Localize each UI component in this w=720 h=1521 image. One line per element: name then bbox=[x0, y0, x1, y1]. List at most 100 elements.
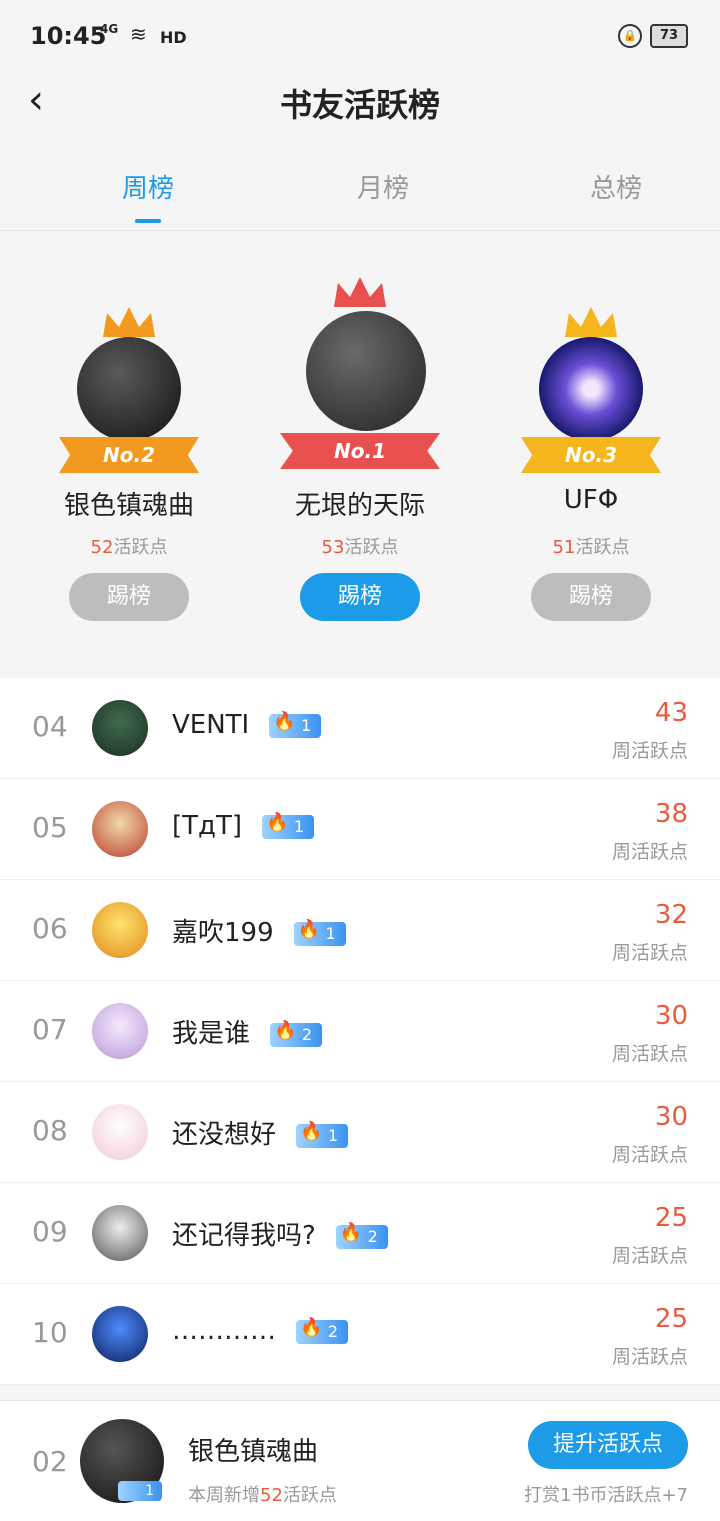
rank-number: 09 bbox=[32, 1215, 68, 1248]
score-value: 25 bbox=[654, 1304, 688, 1334]
flame-icon: 🔥 bbox=[297, 918, 321, 940]
user-name: 还记得我吗? 🔥 2 bbox=[172, 1215, 388, 1252]
level-badge: 🔥 2 bbox=[296, 1317, 348, 1344]
score-value: 32 bbox=[654, 900, 688, 930]
kick-button[interactable]: 踢榜 bbox=[300, 573, 420, 621]
page-title: 书友活跃榜 bbox=[279, 86, 440, 124]
rank-number: 07 bbox=[32, 1013, 68, 1046]
podium-points: 52活跃点 bbox=[90, 537, 168, 558]
avatar bbox=[92, 1205, 148, 1261]
level-badge: 🔥 1 bbox=[262, 812, 315, 839]
ranking-list: 04 VENTI 🔥 1 43 周活跃点 05 [TдT] 🔥 1 38 周活跃点 06… bbox=[0, 678, 720, 1385]
rank-ribbon: No.1 bbox=[280, 433, 440, 469]
tab-indicator bbox=[135, 219, 161, 223]
score-label: 周活跃点 bbox=[611, 1245, 688, 1267]
wifi-icon: ≋ bbox=[130, 22, 147, 46]
level-badge: 🔥 1 bbox=[269, 711, 322, 738]
podium-name: 无垠的天际 bbox=[294, 491, 425, 521]
user-name: 还没想好 🔥 1 bbox=[172, 1114, 349, 1151]
reward-tip: 打赏1书币活跃点+7 bbox=[524, 1485, 688, 1506]
avatar bbox=[539, 337, 643, 441]
rank-number: 10 bbox=[32, 1316, 68, 1349]
user-name: [TдT] 🔥 1 bbox=[172, 811, 315, 841]
score-label: 周活跃点 bbox=[611, 1144, 688, 1166]
tab-weekly[interactable]: 周榜 bbox=[28, 168, 268, 223]
list-item[interactable]: 07 我是谁 🔥 2 30 周活跃点 bbox=[0, 981, 720, 1082]
rank-ribbon: No.2 bbox=[59, 437, 199, 473]
rank-number: 05 bbox=[32, 811, 68, 844]
level-badge: 🔥 2 bbox=[335, 1222, 388, 1249]
podium-name: 银色镇魂曲 bbox=[63, 491, 194, 521]
crown-icon bbox=[103, 307, 155, 337]
rotation-lock-icon: 🔒 bbox=[618, 24, 642, 48]
tab-total[interactable]: 总榜 bbox=[496, 168, 720, 205]
rank-number: 08 bbox=[32, 1114, 68, 1147]
user-name: 我是谁 🔥 2 bbox=[172, 1013, 323, 1050]
podium-points: 51活跃点 bbox=[552, 537, 630, 558]
level-badge: 🔥 2 bbox=[270, 1020, 323, 1047]
kick-button[interactable]: 踢榜 bbox=[531, 573, 651, 621]
avatar bbox=[77, 337, 181, 441]
list-item[interactable]: 09 还记得我吗? 🔥 2 25 周活跃点 bbox=[0, 1183, 720, 1284]
avatar bbox=[92, 1104, 148, 1160]
crown-icon bbox=[565, 307, 617, 337]
flame-icon: 🔥 bbox=[274, 1019, 297, 1041]
flame-icon: 🔥 bbox=[300, 1316, 323, 1338]
avatar bbox=[92, 1306, 148, 1362]
score-value: 38 bbox=[654, 799, 688, 829]
list-item[interactable]: 06 嘉吹199 🔥 1 32 周活跃点 bbox=[0, 880, 720, 981]
user-name: ………… 🔥 2 bbox=[172, 1316, 348, 1346]
hd-label: HD bbox=[160, 28, 187, 47]
list-item[interactable]: 05 [TдT] 🔥 1 38 周活跃点 bbox=[0, 779, 720, 880]
rank-number: 04 bbox=[32, 710, 68, 743]
tab-monthly[interactable]: 月榜 bbox=[263, 168, 503, 205]
avatar bbox=[306, 311, 426, 431]
score-value: 25 bbox=[654, 1203, 688, 1233]
avatar bbox=[92, 700, 148, 756]
level-badge: 1 bbox=[118, 1481, 162, 1501]
avatar bbox=[92, 1003, 148, 1059]
avatar bbox=[92, 801, 148, 857]
podium-name: UFΦ bbox=[563, 485, 619, 515]
network-label: 4G bbox=[100, 22, 119, 36]
battery-icon: 73 bbox=[650, 24, 688, 48]
score-label: 周活跃点 bbox=[611, 841, 688, 863]
score-label: 周活跃点 bbox=[611, 942, 688, 964]
score-label: 周活跃点 bbox=[611, 1043, 688, 1065]
boost-activity-button[interactable]: 提升活跃点 bbox=[528, 1421, 688, 1469]
my-rank-bar: 02 1 银色镇魂曲 本周新增52活跃点 提升活跃点 打赏1书币活跃点+7 bbox=[0, 1400, 720, 1521]
score-value: 30 bbox=[654, 1001, 688, 1031]
list-item[interactable]: 08 还没想好 🔥 1 30 周活跃点 bbox=[0, 1082, 720, 1183]
status-bar: 10:45 4G ≋ HD 🔒 73 bbox=[0, 0, 720, 70]
podium-points: 53活跃点 bbox=[321, 537, 399, 558]
flame-icon: 🔥 bbox=[300, 1120, 323, 1142]
level-badge: 🔥 1 bbox=[293, 919, 346, 946]
app-header: ‹ 书友活跃榜 bbox=[0, 70, 720, 140]
flame-icon: 🔥 bbox=[339, 1221, 363, 1243]
score-label: 周活跃点 bbox=[611, 1346, 688, 1368]
rank-ribbon: No.3 bbox=[521, 437, 661, 473]
tab-label: 周榜 bbox=[121, 174, 174, 204]
rank-number: 02 bbox=[32, 1445, 68, 1478]
weekly-gain-text: 本周新增52活跃点 bbox=[188, 1485, 337, 1506]
kick-button[interactable]: 踢榜 bbox=[69, 573, 189, 621]
score-value: 30 bbox=[654, 1102, 688, 1132]
user-name: 银色镇魂曲 bbox=[188, 1437, 319, 1467]
score-label: 周活跃点 bbox=[611, 740, 688, 762]
list-item[interactable]: 04 VENTI 🔥 1 43 周活跃点 bbox=[0, 678, 720, 779]
flame-icon: 🔥 bbox=[266, 811, 289, 833]
flame-icon: 🔥 bbox=[273, 710, 296, 732]
user-name: 嘉吹199 🔥 1 bbox=[172, 912, 346, 949]
score-value: 43 bbox=[654, 698, 688, 728]
status-time: 10:45 bbox=[30, 22, 107, 50]
tab-label: 总榜 bbox=[589, 174, 642, 204]
level-badge: 🔥 1 bbox=[296, 1121, 349, 1148]
crown-icon bbox=[334, 277, 386, 307]
tab-label: 月榜 bbox=[356, 174, 409, 204]
podium: No.2 银色镇魂曲 52活跃点 踢榜 No.1 无垠的天际 53活跃点 踢榜 … bbox=[0, 231, 720, 661]
list-item[interactable]: 10 ………… 🔥 2 25 周活跃点 bbox=[0, 1284, 720, 1385]
user-name: VENTI 🔥 1 bbox=[172, 710, 322, 740]
tab-bar: 周榜 月榜 总榜 bbox=[0, 150, 720, 231]
rank-number: 06 bbox=[32, 912, 68, 945]
avatar bbox=[92, 902, 148, 958]
